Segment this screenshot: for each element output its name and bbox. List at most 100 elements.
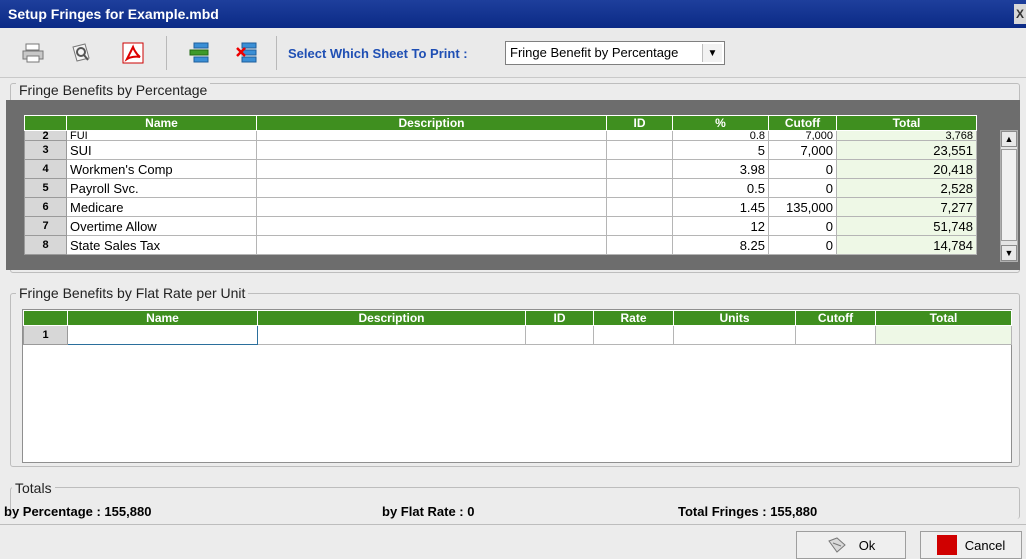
cell-id[interactable] — [525, 325, 594, 345]
col-header-total[interactable]: Total — [875, 310, 1012, 326]
totals-title: Totals — [12, 480, 55, 496]
insert-row-icon[interactable] — [184, 38, 214, 68]
table-row[interactable]: 8 State Sales Tax 8.25 0 14,784 — [24, 235, 977, 255]
scroll-thumb[interactable] — [1001, 149, 1017, 241]
pdf-icon[interactable] — [118, 38, 148, 68]
delete-row-icon[interactable] — [232, 38, 262, 68]
cell-total[interactable]: 23,551 — [836, 140, 977, 160]
cell-id[interactable] — [606, 159, 673, 179]
cell-cutoff[interactable]: 7,000 — [768, 130, 837, 141]
col-header-description[interactable]: Description — [257, 310, 526, 326]
cell-id[interactable] — [606, 216, 673, 236]
row-number[interactable]: 5 — [24, 178, 67, 198]
row-number[interactable]: 1 — [23, 325, 68, 345]
ok-button[interactable]: Ok — [796, 531, 906, 559]
table-row[interactable]: 1 — [23, 325, 1012, 345]
cell-description[interactable] — [256, 159, 607, 179]
table-row[interactable]: 6 Medicare 1.45 135,000 7,277 — [24, 197, 977, 217]
col-header-units[interactable]: Units — [673, 310, 796, 326]
cell-description[interactable] — [256, 130, 607, 141]
ok-label: Ok — [858, 537, 876, 553]
cell-name[interactable]: Payroll Svc. — [66, 178, 257, 198]
pct-scrollbar[interactable]: ▲ ▼ — [1000, 130, 1018, 262]
toolbar: Select Which Sheet To Print : Fringe Ben… — [0, 28, 1026, 78]
cell-total[interactable]: 51,748 — [836, 216, 977, 236]
flat-header-row: Name Description ID Rate Units Cutoff To… — [23, 310, 1012, 326]
cell-name[interactable]: FUI — [66, 130, 257, 141]
cell-total[interactable]: 7,277 — [836, 197, 977, 217]
cell-total[interactable]: 20,418 — [836, 159, 977, 179]
cell-name[interactable] — [67, 325, 258, 345]
print-preview-icon[interactable] — [66, 38, 96, 68]
cell-description[interactable] — [256, 178, 607, 198]
cell-total[interactable] — [875, 325, 1012, 345]
cell-id[interactable] — [606, 197, 673, 217]
cell-percent[interactable]: 12 — [672, 216, 769, 236]
cell-name[interactable]: SUI — [66, 140, 257, 160]
cell-cutoff[interactable]: 0 — [768, 235, 837, 255]
cell-cutoff[interactable]: 7,000 — [768, 140, 837, 160]
flat-group-title: Fringe Benefits by Flat Rate per Unit — [16, 285, 249, 301]
cell-description[interactable] — [256, 197, 607, 217]
row-number[interactable]: 8 — [24, 235, 67, 255]
row-number[interactable]: 4 — [24, 159, 67, 179]
cell-description[interactable] — [257, 325, 526, 345]
cell-id[interactable] — [606, 130, 673, 141]
col-header-id[interactable]: ID — [606, 115, 673, 131]
col-header-cutoff[interactable]: Cutoff — [768, 115, 837, 131]
cell-description[interactable] — [256, 235, 607, 255]
print-sheet-select[interactable]: Fringe Benefit by Percentage ▼ — [505, 41, 725, 65]
row-number[interactable]: 2 — [24, 130, 67, 141]
table-row[interactable]: 3 SUI 5 7,000 23,551 — [24, 140, 977, 160]
printer-icon[interactable] — [18, 38, 48, 68]
cell-description[interactable] — [256, 216, 607, 236]
cell-id[interactable] — [606, 140, 673, 160]
col-header-total[interactable]: Total — [836, 115, 977, 131]
chevron-down-icon[interactable]: ▼ — [702, 44, 722, 62]
table-row[interactable]: 2 FUI 0.8 7,000 3,768 — [24, 130, 977, 141]
cell-percent[interactable]: 0.5 — [672, 178, 769, 198]
col-header-id[interactable]: ID — [525, 310, 594, 326]
cell-id[interactable] — [606, 235, 673, 255]
flat-table: Name Description ID Rate Units Cutoff To… — [23, 310, 1012, 345]
row-number[interactable]: 7 — [24, 216, 67, 236]
cancel-button[interactable]: Cancel — [920, 531, 1022, 559]
cell-cutoff[interactable]: 0 — [768, 216, 837, 236]
table-row[interactable]: 4 Workmen's Comp 3.98 0 20,418 — [24, 159, 977, 179]
col-header-name[interactable]: Name — [67, 310, 258, 326]
row-number[interactable]: 3 — [24, 140, 67, 160]
footer: Ok Cancel — [0, 524, 1026, 559]
col-header-percent[interactable]: % — [672, 115, 769, 131]
cell-cutoff[interactable]: 135,000 — [768, 197, 837, 217]
cell-total[interactable]: 14,784 — [836, 235, 977, 255]
col-header-rate[interactable]: Rate — [593, 310, 674, 326]
cell-percent[interactable]: 8.25 — [672, 235, 769, 255]
cell-cutoff[interactable] — [795, 325, 876, 345]
table-row[interactable]: 5 Payroll Svc. 0.5 0 2,528 — [24, 178, 977, 198]
cell-name[interactable]: Workmen's Comp — [66, 159, 257, 179]
cell-rate[interactable] — [593, 325, 674, 345]
row-number[interactable]: 6 — [24, 197, 67, 217]
cell-cutoff[interactable]: 0 — [768, 159, 837, 179]
cell-name[interactable]: Overtime Allow — [66, 216, 257, 236]
cell-description[interactable] — [256, 140, 607, 160]
total-fringes: Total Fringes : 155,880 — [678, 504, 818, 519]
cell-percent[interactable]: 5 — [672, 140, 769, 160]
cell-name[interactable]: State Sales Tax — [66, 235, 257, 255]
cell-name[interactable]: Medicare — [66, 197, 257, 217]
cell-percent[interactable]: 1.45 — [672, 197, 769, 217]
cell-percent[interactable]: 0.8 — [672, 130, 769, 141]
col-header-name[interactable]: Name — [66, 115, 257, 131]
col-header-description[interactable]: Description — [256, 115, 607, 131]
table-row[interactable]: 7 Overtime Allow 12 0 51,748 — [24, 216, 977, 236]
scroll-down-icon[interactable]: ▼ — [1001, 245, 1017, 261]
scroll-up-icon[interactable]: ▲ — [1001, 131, 1017, 147]
col-header-cutoff[interactable]: Cutoff — [795, 310, 876, 326]
cell-total[interactable]: 3,768 — [836, 130, 977, 141]
cell-units[interactable] — [673, 325, 796, 345]
cell-total[interactable]: 2,528 — [836, 178, 977, 198]
cell-id[interactable] — [606, 178, 673, 198]
cell-cutoff[interactable]: 0 — [768, 178, 837, 198]
close-button[interactable]: X — [1014, 4, 1026, 24]
cell-percent[interactable]: 3.98 — [672, 159, 769, 179]
